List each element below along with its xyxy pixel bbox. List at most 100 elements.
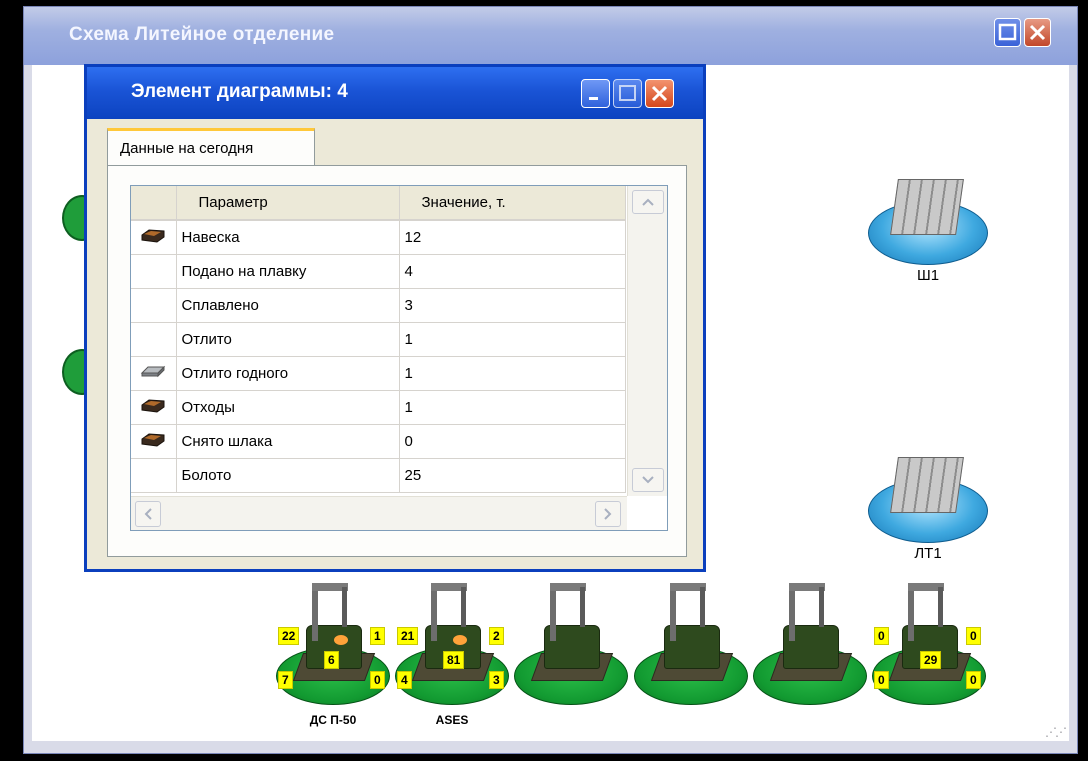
resize-grip[interactable]: ⋰⋰ bbox=[1045, 725, 1067, 739]
chevron-down-icon bbox=[642, 476, 654, 484]
value-cell[interactable]: 4 bbox=[399, 254, 626, 289]
value-cell[interactable]: 3 bbox=[399, 288, 626, 323]
data-table: Параметр Значение, т. Навеска 12 Подано на… bbox=[131, 186, 626, 493]
table-row[interactable]: Сплавлено 3 bbox=[131, 288, 626, 323]
scroll-left-button[interactable] bbox=[135, 501, 161, 527]
scroll-up-button[interactable] bbox=[632, 190, 664, 214]
table-row[interactable]: Отлито годного 1 bbox=[131, 356, 626, 391]
furnace-label: ASES bbox=[435, 713, 469, 727]
table-row[interactable]: Болото 25 bbox=[131, 458, 626, 493]
furnace-node[interactable]: 0 0 29 0 0 bbox=[872, 579, 992, 709]
value-tag-center: 81 bbox=[443, 651, 465, 669]
data-grid: Параметр Значение, т. Навеска 12 Подано на… bbox=[130, 185, 668, 531]
table-row[interactable]: Отходы 1 bbox=[131, 390, 626, 425]
furnace-node[interactable] bbox=[753, 579, 873, 709]
chevron-up-icon bbox=[642, 198, 654, 206]
parameter-cell[interactable]: Сплавлено bbox=[176, 288, 400, 323]
storage-node-sh1[interactable]: Ш1 bbox=[868, 177, 988, 284]
value-cell[interactable]: 1 bbox=[399, 322, 626, 357]
schema-window-title: Схема Литейное отделение bbox=[69, 24, 335, 45]
furnace-mast bbox=[789, 583, 795, 641]
parameter-cell[interactable]: Снято шлака bbox=[176, 424, 400, 459]
ore-icon bbox=[139, 226, 167, 248]
row-icon-cell bbox=[131, 288, 177, 323]
parameter-cell[interactable]: Подано на плавку bbox=[176, 254, 400, 289]
dialog-titlebar[interactable]: Элемент диаграммы: 4 bbox=[87, 67, 703, 119]
tab-today-data[interactable]: Данные на сегодня bbox=[107, 128, 315, 166]
row-icon-cell bbox=[131, 322, 177, 357]
schema-window-titlebar[interactable]: Схема Литейное отделение bbox=[24, 7, 1077, 65]
furnace-mast bbox=[670, 583, 676, 641]
value-tag-br: 0 bbox=[966, 671, 981, 689]
icon-column-header bbox=[131, 186, 177, 221]
scroll-right-button[interactable] bbox=[595, 501, 621, 527]
value-cell[interactable]: 25 bbox=[399, 458, 626, 493]
value-tag-tl: 22 bbox=[278, 627, 300, 645]
table-row[interactable]: Снято шлака 0 bbox=[131, 424, 626, 459]
column-header-value[interactable]: Значение, т. bbox=[399, 186, 626, 221]
close-icon bbox=[651, 85, 668, 102]
furnace-electrode bbox=[580, 587, 585, 627]
parameter-cell[interactable]: Болото bbox=[176, 458, 400, 493]
dialog-title: Элемент диаграммы: 4 bbox=[131, 81, 348, 102]
furnace-electrode bbox=[938, 587, 943, 627]
furnace-mast bbox=[550, 583, 556, 641]
value-tag-tr: 0 bbox=[966, 627, 981, 645]
parameter-cell[interactable]: Отлито годного bbox=[176, 356, 400, 391]
table-row[interactable]: Отлито 1 bbox=[131, 322, 626, 357]
column-header-parameter[interactable]: Параметр bbox=[176, 186, 400, 221]
value-cell[interactable]: 0 bbox=[399, 424, 626, 459]
furnace-electrode bbox=[700, 587, 705, 627]
tab-label: Данные на сегодня bbox=[120, 140, 254, 157]
vertical-scrollbar[interactable] bbox=[627, 186, 667, 496]
furnace-node[interactable]: 21 2 81 4 3 ASES bbox=[395, 579, 515, 727]
parameter-cell[interactable]: Навеска bbox=[176, 220, 400, 255]
chevron-left-icon bbox=[144, 508, 152, 520]
storage-label: Ш1 bbox=[916, 267, 940, 284]
value-tag-center: 29 bbox=[920, 651, 942, 669]
ingot-stack-icon bbox=[890, 457, 964, 513]
chevron-right-icon bbox=[604, 508, 612, 520]
parameter-cell[interactable]: Отлито bbox=[176, 322, 400, 357]
maximize-icon bbox=[619, 85, 636, 101]
storage-label: ЛТ1 bbox=[914, 545, 942, 562]
value-tag-br: 0 bbox=[370, 671, 385, 689]
value-cell[interactable]: 1 bbox=[399, 390, 626, 425]
value-tag-tr: 1 bbox=[370, 627, 385, 645]
value-tag-tl: 0 bbox=[874, 627, 889, 645]
minimize-icon bbox=[589, 97, 598, 100]
close-button[interactable] bbox=[645, 79, 674, 108]
furnace-electrode bbox=[819, 587, 824, 627]
value-tag-tr: 2 bbox=[489, 627, 504, 645]
row-icon-cell bbox=[131, 390, 177, 425]
maximize-icon bbox=[998, 23, 1017, 41]
furnace-electrode bbox=[461, 587, 466, 627]
close-icon bbox=[1029, 24, 1046, 41]
maximize-button[interactable] bbox=[613, 79, 642, 108]
furnace-mast bbox=[908, 583, 914, 641]
horizontal-scrollbar[interactable] bbox=[131, 496, 627, 530]
molten-glow bbox=[453, 635, 467, 645]
value-tag-bl: 7 bbox=[278, 671, 293, 689]
furnace-node[interactable] bbox=[634, 579, 754, 709]
table-row[interactable]: Подано на плавку 4 bbox=[131, 254, 626, 289]
value-tag-br: 3 bbox=[489, 671, 504, 689]
scroll-down-button[interactable] bbox=[632, 468, 664, 492]
row-icon-cell bbox=[131, 220, 177, 255]
furnace-node[interactable] bbox=[514, 579, 634, 709]
tab-panel: Параметр Значение, т. Навеска 12 Подано на… bbox=[107, 165, 687, 557]
ingot-icon bbox=[139, 363, 167, 383]
close-button[interactable] bbox=[1024, 18, 1051, 47]
minimize-button[interactable] bbox=[581, 79, 610, 108]
storage-node-lt1[interactable]: ЛТ1 bbox=[868, 455, 988, 562]
maximize-button[interactable] bbox=[994, 18, 1021, 47]
value-tag-center: 6 bbox=[324, 651, 339, 669]
value-cell[interactable]: 1 bbox=[399, 356, 626, 391]
table-row[interactable]: Навеска 12 bbox=[131, 220, 626, 255]
furnace-electrode bbox=[342, 587, 347, 627]
furnace-node[interactable]: 22 1 6 7 0 ДС П-50 bbox=[276, 579, 396, 727]
table-header-row: Параметр Значение, т. bbox=[131, 186, 626, 221]
diagram-element-dialog: Элемент диаграммы: 4 Данные на сегодня П… bbox=[84, 64, 706, 572]
value-cell[interactable]: 12 bbox=[399, 220, 626, 255]
parameter-cell[interactable]: Отходы bbox=[176, 390, 400, 425]
